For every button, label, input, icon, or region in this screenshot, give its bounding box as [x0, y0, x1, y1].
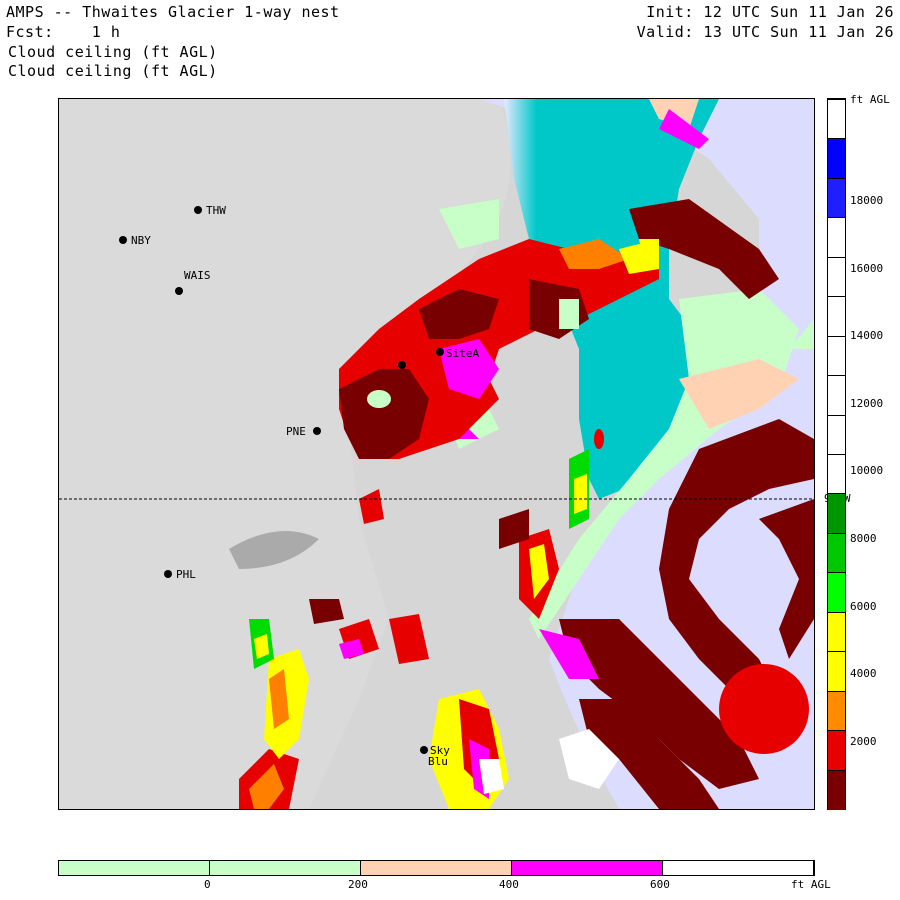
vertical-colorbar-segment	[828, 493, 845, 534]
hbar-tick-600: 600	[650, 878, 670, 891]
field-name-1: Cloud ceiling (ft AGL)	[8, 43, 218, 61]
station-dot-wais	[175, 287, 183, 295]
station-label-wais: WAIS	[184, 269, 211, 282]
station-dot-unlabeled	[398, 361, 406, 369]
valid-time: Valid: 13 UTC Sun 11 Jan 26	[636, 23, 894, 41]
vertical-colorbar-segment	[828, 414, 845, 455]
map-panel[interactable]	[58, 98, 815, 810]
horizontal-colorbar	[58, 860, 815, 876]
station-dot-sky	[420, 746, 428, 754]
horizontal-colorbar-segment	[663, 861, 814, 875]
cbar-tick-10000: 10000	[850, 464, 884, 477]
vertical-colorbar-segment	[828, 651, 845, 692]
cloud-ceiling-map	[59, 99, 814, 809]
vertical-colorbar-segment	[828, 335, 845, 376]
vertical-colorbar-segment	[828, 375, 845, 416]
vertical-colorbar-segment	[828, 730, 845, 771]
hbar-tick-0: 0	[204, 878, 211, 891]
station-label-phl: PHL	[176, 568, 196, 581]
cbar-tick-18000: 18000	[850, 194, 884, 207]
vertical-colorbar-segment	[828, 532, 845, 573]
cbar-tick-2000: 2000	[850, 735, 877, 748]
vertical-colorbar	[827, 98, 846, 810]
forecast-hour: Fcst: 1 h	[6, 23, 121, 41]
station-label-blu: Blu	[428, 755, 448, 768]
station-label-nby: NBY	[131, 234, 151, 247]
cbar-tick-16000: 16000	[850, 262, 884, 275]
vertical-colorbar-segment	[828, 611, 845, 652]
hbar-tick-400: 400	[499, 878, 519, 891]
vertical-colorbar-segment	[828, 138, 845, 179]
cbar-tick-14000: 14000	[850, 329, 884, 342]
cbar-tick-4000: 4000	[850, 667, 877, 680]
vertical-colorbar-segment	[828, 572, 845, 613]
station-label-thw: THW	[206, 204, 226, 217]
vertical-colorbar-segment	[828, 769, 845, 810]
vertical-colorbar-segment	[828, 256, 845, 297]
vertical-colorbar-unit: ft AGL	[850, 93, 890, 106]
station-dot-sitea	[436, 348, 444, 356]
station-dot-pne	[313, 427, 321, 435]
vertical-colorbar-segment	[828, 296, 845, 337]
station-label-sitea: SiteA	[446, 347, 480, 360]
horizontal-colorbar-segment	[59, 861, 210, 875]
red-cell-se	[719, 664, 809, 754]
vertical-colorbar-segment	[828, 217, 845, 258]
hbar-unit: ft AGL	[791, 878, 831, 891]
station-dot-nby	[119, 236, 127, 244]
horizontal-colorbar-segment	[210, 861, 361, 875]
horizontal-colorbar-segment	[512, 861, 663, 875]
hbar-tick-200: 200	[348, 878, 368, 891]
cbar-tick-6000: 6000	[850, 600, 877, 613]
vertical-colorbar-segment	[828, 454, 845, 494]
cbar-tick-12000: 12000	[850, 397, 884, 410]
vertical-colorbar-segment	[828, 99, 845, 139]
vertical-colorbar-segment	[828, 177, 845, 218]
vertical-colorbar-segment	[828, 690, 845, 731]
horizontal-colorbar-segment	[361, 861, 512, 875]
cbar-tick-8000: 8000	[850, 532, 877, 545]
field-name-2: Cloud ceiling (ft AGL)	[8, 62, 218, 80]
init-time: Init: 12 UTC Sun 11 Jan 26	[646, 3, 894, 21]
station-dot-thw	[194, 206, 202, 214]
station-dot-phl	[164, 570, 172, 578]
station-label-pne: PNE	[286, 425, 306, 438]
map-title: AMPS -- Thwaites Glacier 1-way nest	[6, 3, 340, 21]
